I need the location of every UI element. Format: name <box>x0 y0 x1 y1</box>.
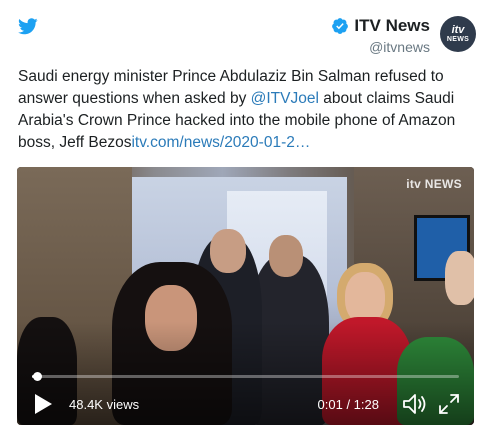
view-count: 48.4K views <box>69 397 140 412</box>
expand-icon[interactable] <box>438 393 460 415</box>
avatar-line1: itv <box>451 23 465 36</box>
author-handle[interactable]: @itvnews <box>331 39 430 55</box>
tweet-card: ITV News @itvnews itv NEWS Saudi energy … <box>0 0 490 431</box>
play-icon[interactable] <box>33 393 53 415</box>
author-name[interactable]: ITV News <box>354 16 430 36</box>
mention-link[interactable]: @ITVJoel <box>251 90 319 107</box>
avatar[interactable]: itv NEWS <box>440 16 476 52</box>
volume-icon[interactable] <box>402 392 428 416</box>
progress-bar[interactable] <box>32 372 459 381</box>
tweet-text: Saudi energy minister Prince Abdulaziz B… <box>18 66 478 154</box>
video-time: 0:01 / 1:28 <box>317 397 379 412</box>
article-link[interactable]: itv.com/news/2020-01-2… <box>131 134 310 151</box>
author-block[interactable]: ITV News @itvnews <box>331 16 430 55</box>
verified-badge-icon <box>332 18 349 34</box>
video-player[interactable]: itv NEWS 48.4K views 0:01 / 1:28 <box>17 167 474 425</box>
twitter-bird-icon[interactable] <box>18 18 38 35</box>
avatar-line2: NEWS <box>446 35 470 43</box>
video-watermark: itv NEWS <box>406 177 462 191</box>
